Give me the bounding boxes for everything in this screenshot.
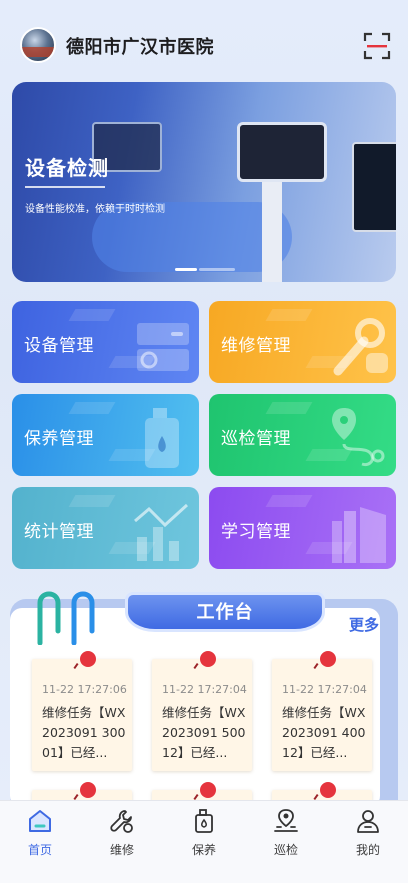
route-pin-icon	[332, 408, 385, 466]
pushpin-icon	[200, 782, 216, 798]
module-label: 保养管理	[24, 429, 94, 449]
note-text: 维修任务【WX2023091 50012】已经...	[162, 705, 246, 760]
note-time: 11-22 17:27:06	[42, 683, 127, 696]
wrench-icon	[110, 810, 133, 833]
task-note[interactable]: 11-22 17:27:04 维修任务【WX2023091 40012】已经..…	[272, 651, 372, 771]
tab-label: 保养	[191, 843, 216, 857]
tab-home[interactable]: 首页	[10, 807, 70, 859]
note-time: 11-22 17:27:04	[162, 683, 247, 696]
module-repair-management[interactable]: 维修管理	[209, 301, 396, 383]
tab-label: 维修	[109, 843, 134, 857]
tab-profile[interactable]: 我的	[338, 807, 398, 859]
note-time: 11-22 17:27:04	[282, 683, 367, 696]
note-text: 维修任务【WX2023091 30001】已经...	[42, 705, 126, 760]
note-text: 维修任务【WX2023091 40012】已经...	[282, 705, 366, 760]
module-label: 设备管理	[24, 336, 94, 356]
module-learning-management[interactable]: 学习管理	[209, 487, 396, 569]
scan-icon[interactable]	[363, 32, 391, 60]
carousel-dot-active	[175, 268, 197, 271]
module-equipment-management[interactable]: 设备管理	[12, 301, 199, 383]
module-label: 统计管理	[24, 522, 94, 542]
module-inspection-management[interactable]: 巡检管理	[209, 394, 396, 476]
pushpin-icon	[80, 782, 96, 798]
banner-subtitle: 设备性能校准，依赖于时时检测	[25, 204, 165, 215]
banner-screen-image	[237, 122, 327, 182]
tab-label: 首页	[27, 843, 52, 857]
banner-carousel[interactable]: 设备检测 设备性能校准，依赖于时时检测	[12, 82, 396, 282]
oil-can-icon	[195, 809, 213, 833]
banner-stand-image	[262, 182, 282, 282]
carousel-dot	[199, 268, 235, 271]
workbench-title: 工作台	[196, 602, 254, 623]
paperclip-icon	[37, 591, 95, 645]
pushpin-icon	[320, 651, 336, 667]
banner-title: 设备检测	[25, 156, 109, 180]
map-pin-icon	[274, 809, 298, 832]
pushpin-icon	[200, 651, 216, 667]
task-note[interactable]: 11-22 17:27:06 维修任务【WX2023091 30001】已经..…	[32, 651, 132, 771]
oil-bottle-icon	[145, 408, 179, 468]
carousel-indicator	[175, 268, 235, 272]
books-icon	[332, 507, 386, 563]
chart-icon	[134, 503, 189, 561]
tab-inspection[interactable]: 巡检	[256, 807, 316, 859]
top-header: 德阳市广汉市医院	[0, 0, 408, 80]
equipment-icon	[137, 323, 189, 371]
user-icon	[357, 810, 379, 833]
pushpin-icon	[80, 651, 96, 667]
tab-repair[interactable]: 维修	[92, 807, 152, 859]
module-label: 巡检管理	[221, 429, 291, 449]
more-link[interactable]: 更多	[349, 614, 379, 635]
tab-label: 我的	[355, 843, 380, 857]
hospital-avatar[interactable]	[20, 27, 56, 63]
wrench-hand-icon	[333, 318, 388, 376]
module-statistics-management[interactable]: 统计管理	[12, 487, 199, 569]
module-label: 学习管理	[221, 522, 291, 542]
banner-device-image	[352, 142, 396, 232]
home-icon	[29, 810, 51, 832]
tab-label: 巡检	[273, 843, 298, 857]
module-maintenance-management[interactable]: 保养管理	[12, 394, 199, 476]
task-note[interactable]: 11-22 17:27:04 维修任务【WX2023091 50012】已经..…	[152, 651, 252, 771]
tab-maintenance[interactable]: 保养	[174, 807, 234, 859]
pushpin-icon	[320, 782, 336, 798]
hospital-title: 德阳市广汉市医院	[66, 37, 214, 58]
module-label: 维修管理	[221, 336, 291, 356]
banner-divider	[25, 186, 105, 188]
